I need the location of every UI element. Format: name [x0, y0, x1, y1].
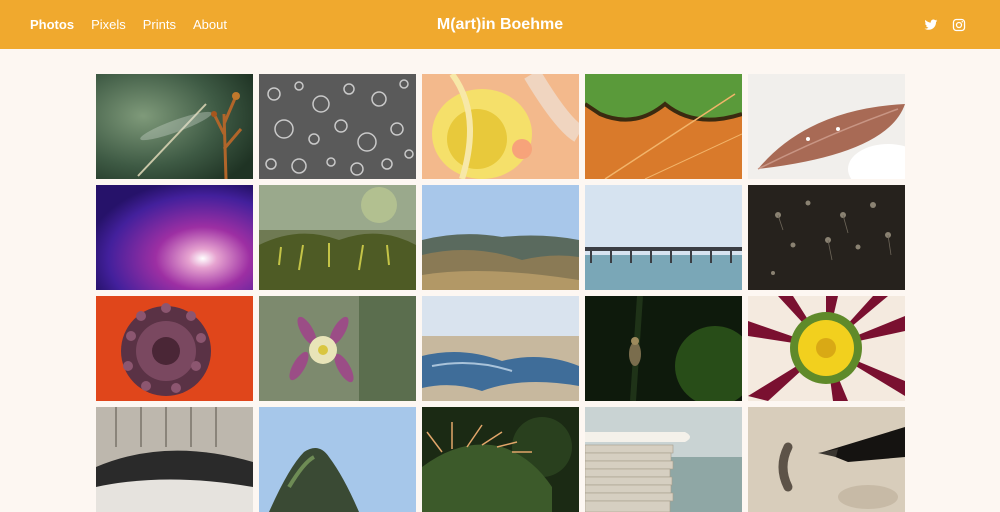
photo-tile-morning-glory[interactable]	[96, 185, 253, 290]
social-links	[910, 0, 966, 49]
photo-tile-gazania[interactable]	[748, 296, 905, 401]
photo-tile-snow-leaf[interactable]	[748, 74, 905, 179]
photo-tile-seeds[interactable]	[748, 185, 905, 290]
site-header: Photos Pixels Prints About M(art)in Boeh…	[0, 0, 1000, 49]
nav-about[interactable]: About	[193, 17, 227, 32]
photo-tile-beach[interactable]	[422, 296, 579, 401]
photo-tile-cactus[interactable]	[422, 407, 579, 512]
photo-tile-poppy[interactable]	[96, 296, 253, 401]
photo-tile-hills[interactable]	[422, 185, 579, 290]
photo-tile-dragonfly[interactable]	[96, 74, 253, 179]
nav-photos[interactable]: Photos	[30, 17, 74, 32]
main-nav: Photos Pixels Prints About	[30, 17, 244, 32]
photo-tile-paper-stack[interactable]	[585, 407, 742, 512]
photo-tile-sea-stack[interactable]	[259, 407, 416, 512]
photo-tile-leaf[interactable]	[585, 74, 742, 179]
instagram-icon[interactable]	[952, 18, 966, 32]
photo-tile-moss[interactable]	[259, 185, 416, 290]
photo-tile-lily[interactable]	[422, 74, 579, 179]
photo-tile-pier[interactable]	[585, 185, 742, 290]
photo-tile-insect[interactable]	[585, 296, 742, 401]
photo-tile-bubbles[interactable]	[259, 74, 416, 179]
nav-pixels[interactable]: Pixels	[91, 17, 126, 32]
nav-prints[interactable]: Prints	[143, 17, 176, 32]
twitter-icon[interactable]	[924, 18, 938, 32]
photo-tile-fountain-pen[interactable]	[748, 407, 905, 512]
photo-gallery	[96, 74, 905, 512]
photo-tile-columbine[interactable]	[259, 296, 416, 401]
photo-tile-wood[interactable]	[96, 407, 253, 512]
